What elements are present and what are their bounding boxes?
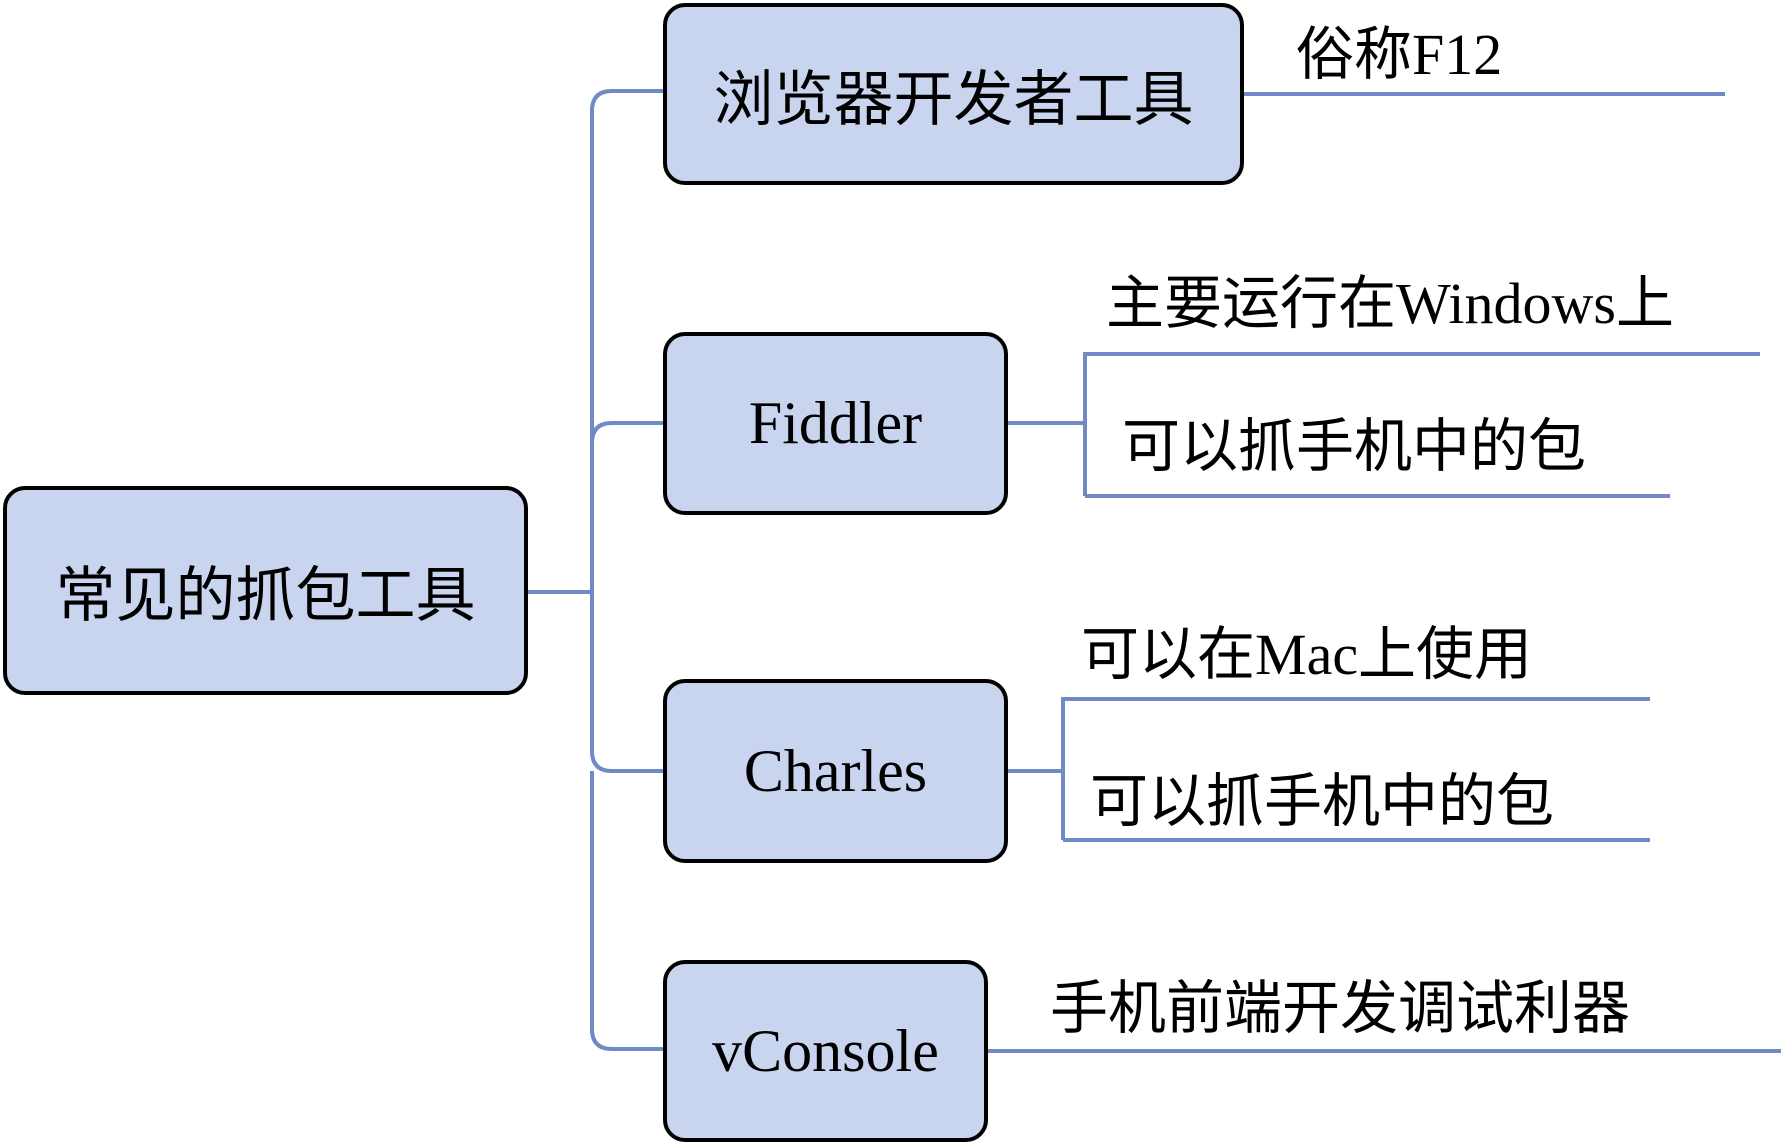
- link-branch-fiddler: [590, 421, 663, 444]
- branch-node-devtools: 浏览器开发者工具: [663, 3, 1244, 185]
- branch-label: Charles: [743, 737, 928, 804]
- branch-label: Fiddler: [748, 390, 923, 456]
- note-devtools-f12: 俗称F12: [1296, 22, 1503, 87]
- root-node: 常见的抓包工具: [3, 486, 528, 695]
- branch-label: vConsole: [712, 1017, 939, 1084]
- note-charles-mac: 可以在Mac上使用: [1081, 622, 1533, 687]
- link-branch-charles: [590, 592, 663, 773]
- note-fiddler-windows: 主要运行在Windows上: [1106, 271, 1674, 336]
- note-fiddler-mobile: 可以抓手机中的包: [1122, 414, 1587, 479]
- branch-label: 浏览器开发者工具: [713, 66, 1194, 133]
- branch-node-vconsole: vConsole: [663, 960, 988, 1142]
- branch-node-charles: Charles: [663, 679, 1008, 863]
- link-branch-vconsole: [590, 771, 663, 1051]
- branch-node-fiddler: Fiddler: [663, 332, 1008, 515]
- link-branch-devtools: [590, 89, 663, 592]
- root-label: 常见的抓包工具: [55, 563, 476, 629]
- note-vconsole-debug: 手机前端开发调试利器: [1050, 976, 1631, 1041]
- note-charles-mobile: 可以抓手机中的包: [1090, 769, 1555, 834]
